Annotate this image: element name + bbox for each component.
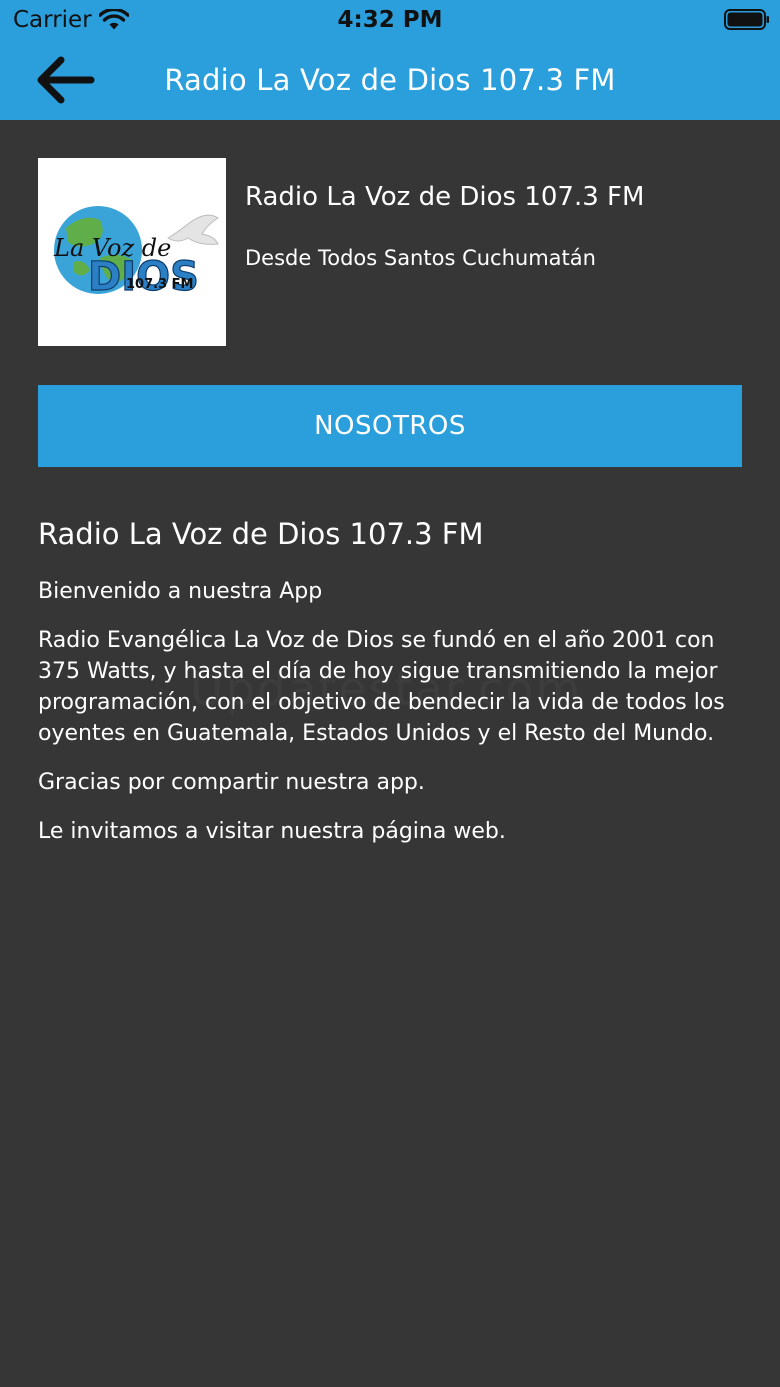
history-paragraph: Radio Evangélica La Voz de Dios se fundó… (38, 628, 725, 746)
about-content: Radio La Voz de Dios 107.3 FM Bienvenido… (38, 514, 742, 865)
welcome-paragraph: Bienvenido a nuestra App (38, 579, 323, 604)
status-time: 4:32 PM (337, 7, 443, 33)
top-bar: Carrier 4:32 PM Radio La Voz de Dios 107… (0, 0, 780, 120)
battery-full-icon (724, 9, 769, 30)
station-logo-artwork: La Voz de DIOS 107.3 FM (53, 206, 219, 301)
station-logo: La Voz de DIOS 107.3 FM (38, 158, 226, 346)
nav-title: Radio La Voz de Dios 107.3 FM (164, 63, 616, 97)
navigation-bar: Radio La Voz de Dios 107.3 FM (0, 40, 780, 120)
status-bar: Carrier 4:32 PM (0, 0, 780, 40)
tab-nosotros[interactable]: NOSOTROS (38, 385, 742, 467)
logo-frequency-text: 107.3 FM (126, 277, 193, 292)
app-screen: Carrier 4:32 PM Radio La Voz de Dios 107… (0, 0, 780, 1387)
station-header: La Voz de DIOS 107.3 FM Radio La Voz de … (38, 158, 742, 348)
station-location: Desde Todos Santos Cuchumatán (245, 246, 596, 270)
website-invite-paragraph: Le invitamos a visitar nuestra página we… (38, 819, 506, 844)
content-title: Radio La Voz de Dios 107.3 FM (38, 517, 484, 551)
station-name: Radio La Voz de Dios 107.3 FM (245, 182, 645, 212)
thanks-paragraph: Gracias por compartir nuestra app. (38, 770, 425, 795)
